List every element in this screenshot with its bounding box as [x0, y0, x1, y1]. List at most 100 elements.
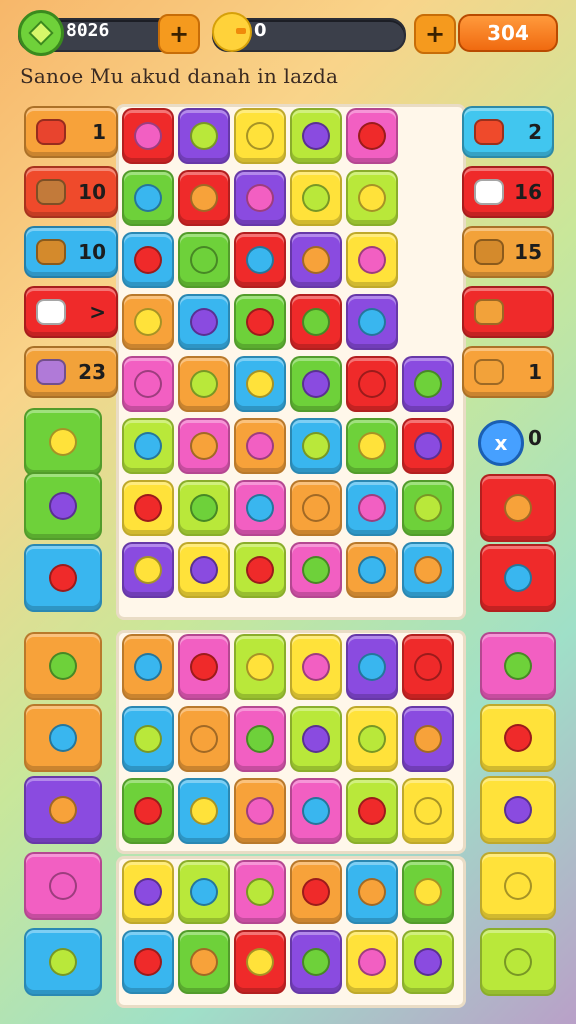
- game-tile[interactable]: [24, 704, 102, 772]
- side-counter[interactable]: 23: [24, 346, 118, 398]
- side-counter[interactable]: 16: [462, 166, 554, 218]
- game-tile[interactable]: [234, 294, 286, 350]
- side-counter[interactable]: 10: [24, 166, 118, 218]
- game-tile[interactable]: [402, 418, 454, 474]
- game-tile[interactable]: [346, 232, 398, 288]
- game-tile[interactable]: [178, 778, 230, 844]
- side-counter[interactable]: >: [24, 286, 118, 338]
- game-tile[interactable]: [24, 776, 102, 844]
- game-tile[interactable]: [290, 418, 342, 474]
- game-tile[interactable]: [122, 930, 174, 994]
- game-tile[interactable]: [290, 294, 342, 350]
- game-tile[interactable]: [122, 706, 174, 772]
- game-tile[interactable]: [234, 418, 286, 474]
- game-tile[interactable]: [234, 108, 286, 164]
- game-tile[interactable]: [178, 232, 230, 288]
- game-tile[interactable]: [178, 418, 230, 474]
- game-tile[interactable]: [234, 170, 286, 226]
- game-tile[interactable]: [234, 778, 286, 844]
- side-counter[interactable]: 1: [462, 346, 554, 398]
- game-tile[interactable]: [122, 778, 174, 844]
- game-tile[interactable]: [290, 356, 342, 412]
- game-tile[interactable]: [24, 544, 102, 612]
- game-tile[interactable]: [122, 860, 174, 924]
- game-tile[interactable]: [480, 632, 556, 700]
- game-tile[interactable]: [480, 704, 556, 772]
- game-tile[interactable]: [234, 860, 286, 924]
- game-tile[interactable]: [122, 232, 174, 288]
- game-tile[interactable]: [402, 634, 454, 700]
- game-tile[interactable]: [290, 930, 342, 994]
- game-tile[interactable]: [234, 930, 286, 994]
- game-tile[interactable]: [234, 356, 286, 412]
- game-tile[interactable]: [122, 170, 174, 226]
- game-tile[interactable]: [178, 108, 230, 164]
- game-tile[interactable]: [234, 232, 286, 288]
- game-tile[interactable]: [234, 480, 286, 536]
- game-tile[interactable]: [178, 356, 230, 412]
- game-tile[interactable]: [346, 634, 398, 700]
- game-tile[interactable]: [24, 852, 102, 920]
- game-tile[interactable]: [178, 860, 230, 924]
- game-tile[interactable]: [290, 634, 342, 700]
- game-tile[interactable]: [290, 542, 342, 598]
- game-tile[interactable]: [346, 356, 398, 412]
- game-tile[interactable]: [346, 480, 398, 536]
- side-counter[interactable]: 10: [24, 226, 118, 278]
- game-tile[interactable]: [178, 634, 230, 700]
- game-tile[interactable]: [346, 294, 398, 350]
- game-tile[interactable]: [178, 480, 230, 536]
- game-tile[interactable]: [346, 706, 398, 772]
- game-tile[interactable]: [290, 170, 342, 226]
- game-tile[interactable]: [402, 778, 454, 844]
- game-tile[interactable]: [346, 860, 398, 924]
- game-tile[interactable]: [480, 928, 556, 996]
- game-tile[interactable]: [122, 108, 174, 164]
- game-tile[interactable]: [24, 472, 102, 540]
- game-tile[interactable]: [480, 544, 556, 612]
- game-tile[interactable]: [402, 860, 454, 924]
- game-tile[interactable]: [24, 928, 102, 996]
- game-tile[interactable]: [346, 108, 398, 164]
- game-tile[interactable]: [178, 294, 230, 350]
- game-tile[interactable]: [290, 860, 342, 924]
- game-tile[interactable]: [402, 356, 454, 412]
- side-counter[interactable]: 2: [462, 106, 554, 158]
- side-counter[interactable]: 15: [462, 226, 554, 278]
- game-tile[interactable]: [480, 474, 556, 542]
- game-tile[interactable]: [346, 930, 398, 994]
- game-tile[interactable]: [290, 706, 342, 772]
- game-tile[interactable]: [290, 480, 342, 536]
- game-tile[interactable]: [122, 294, 174, 350]
- game-tile[interactable]: [178, 930, 230, 994]
- game-tile[interactable]: [122, 542, 174, 598]
- game-tile[interactable]: [234, 634, 286, 700]
- add-coins-button[interactable]: +: [158, 14, 200, 54]
- side-counter[interactable]: 1: [24, 106, 118, 158]
- game-tile[interactable]: [122, 480, 174, 536]
- game-tile[interactable]: [178, 542, 230, 598]
- game-tile[interactable]: [234, 542, 286, 598]
- game-tile[interactable]: [178, 706, 230, 772]
- game-tile[interactable]: [480, 776, 556, 844]
- game-tile[interactable]: [480, 852, 556, 920]
- game-tile[interactable]: [346, 542, 398, 598]
- game-tile[interactable]: [24, 408, 102, 476]
- game-tile[interactable]: [290, 232, 342, 288]
- game-tile[interactable]: [290, 108, 342, 164]
- game-tile[interactable]: [346, 778, 398, 844]
- game-tile[interactable]: [346, 418, 398, 474]
- game-tile[interactable]: [122, 356, 174, 412]
- game-tile[interactable]: [234, 706, 286, 772]
- game-tile[interactable]: [402, 480, 454, 536]
- game-tile[interactable]: [122, 634, 174, 700]
- game-tile[interactable]: [122, 418, 174, 474]
- game-tile[interactable]: [346, 170, 398, 226]
- game-tile[interactable]: [402, 930, 454, 994]
- add-chick-button[interactable]: +: [414, 14, 456, 54]
- game-tile[interactable]: [178, 170, 230, 226]
- game-tile[interactable]: [402, 542, 454, 598]
- game-tile[interactable]: [402, 706, 454, 772]
- side-counter[interactable]: [462, 286, 554, 338]
- game-tile[interactable]: [24, 632, 102, 700]
